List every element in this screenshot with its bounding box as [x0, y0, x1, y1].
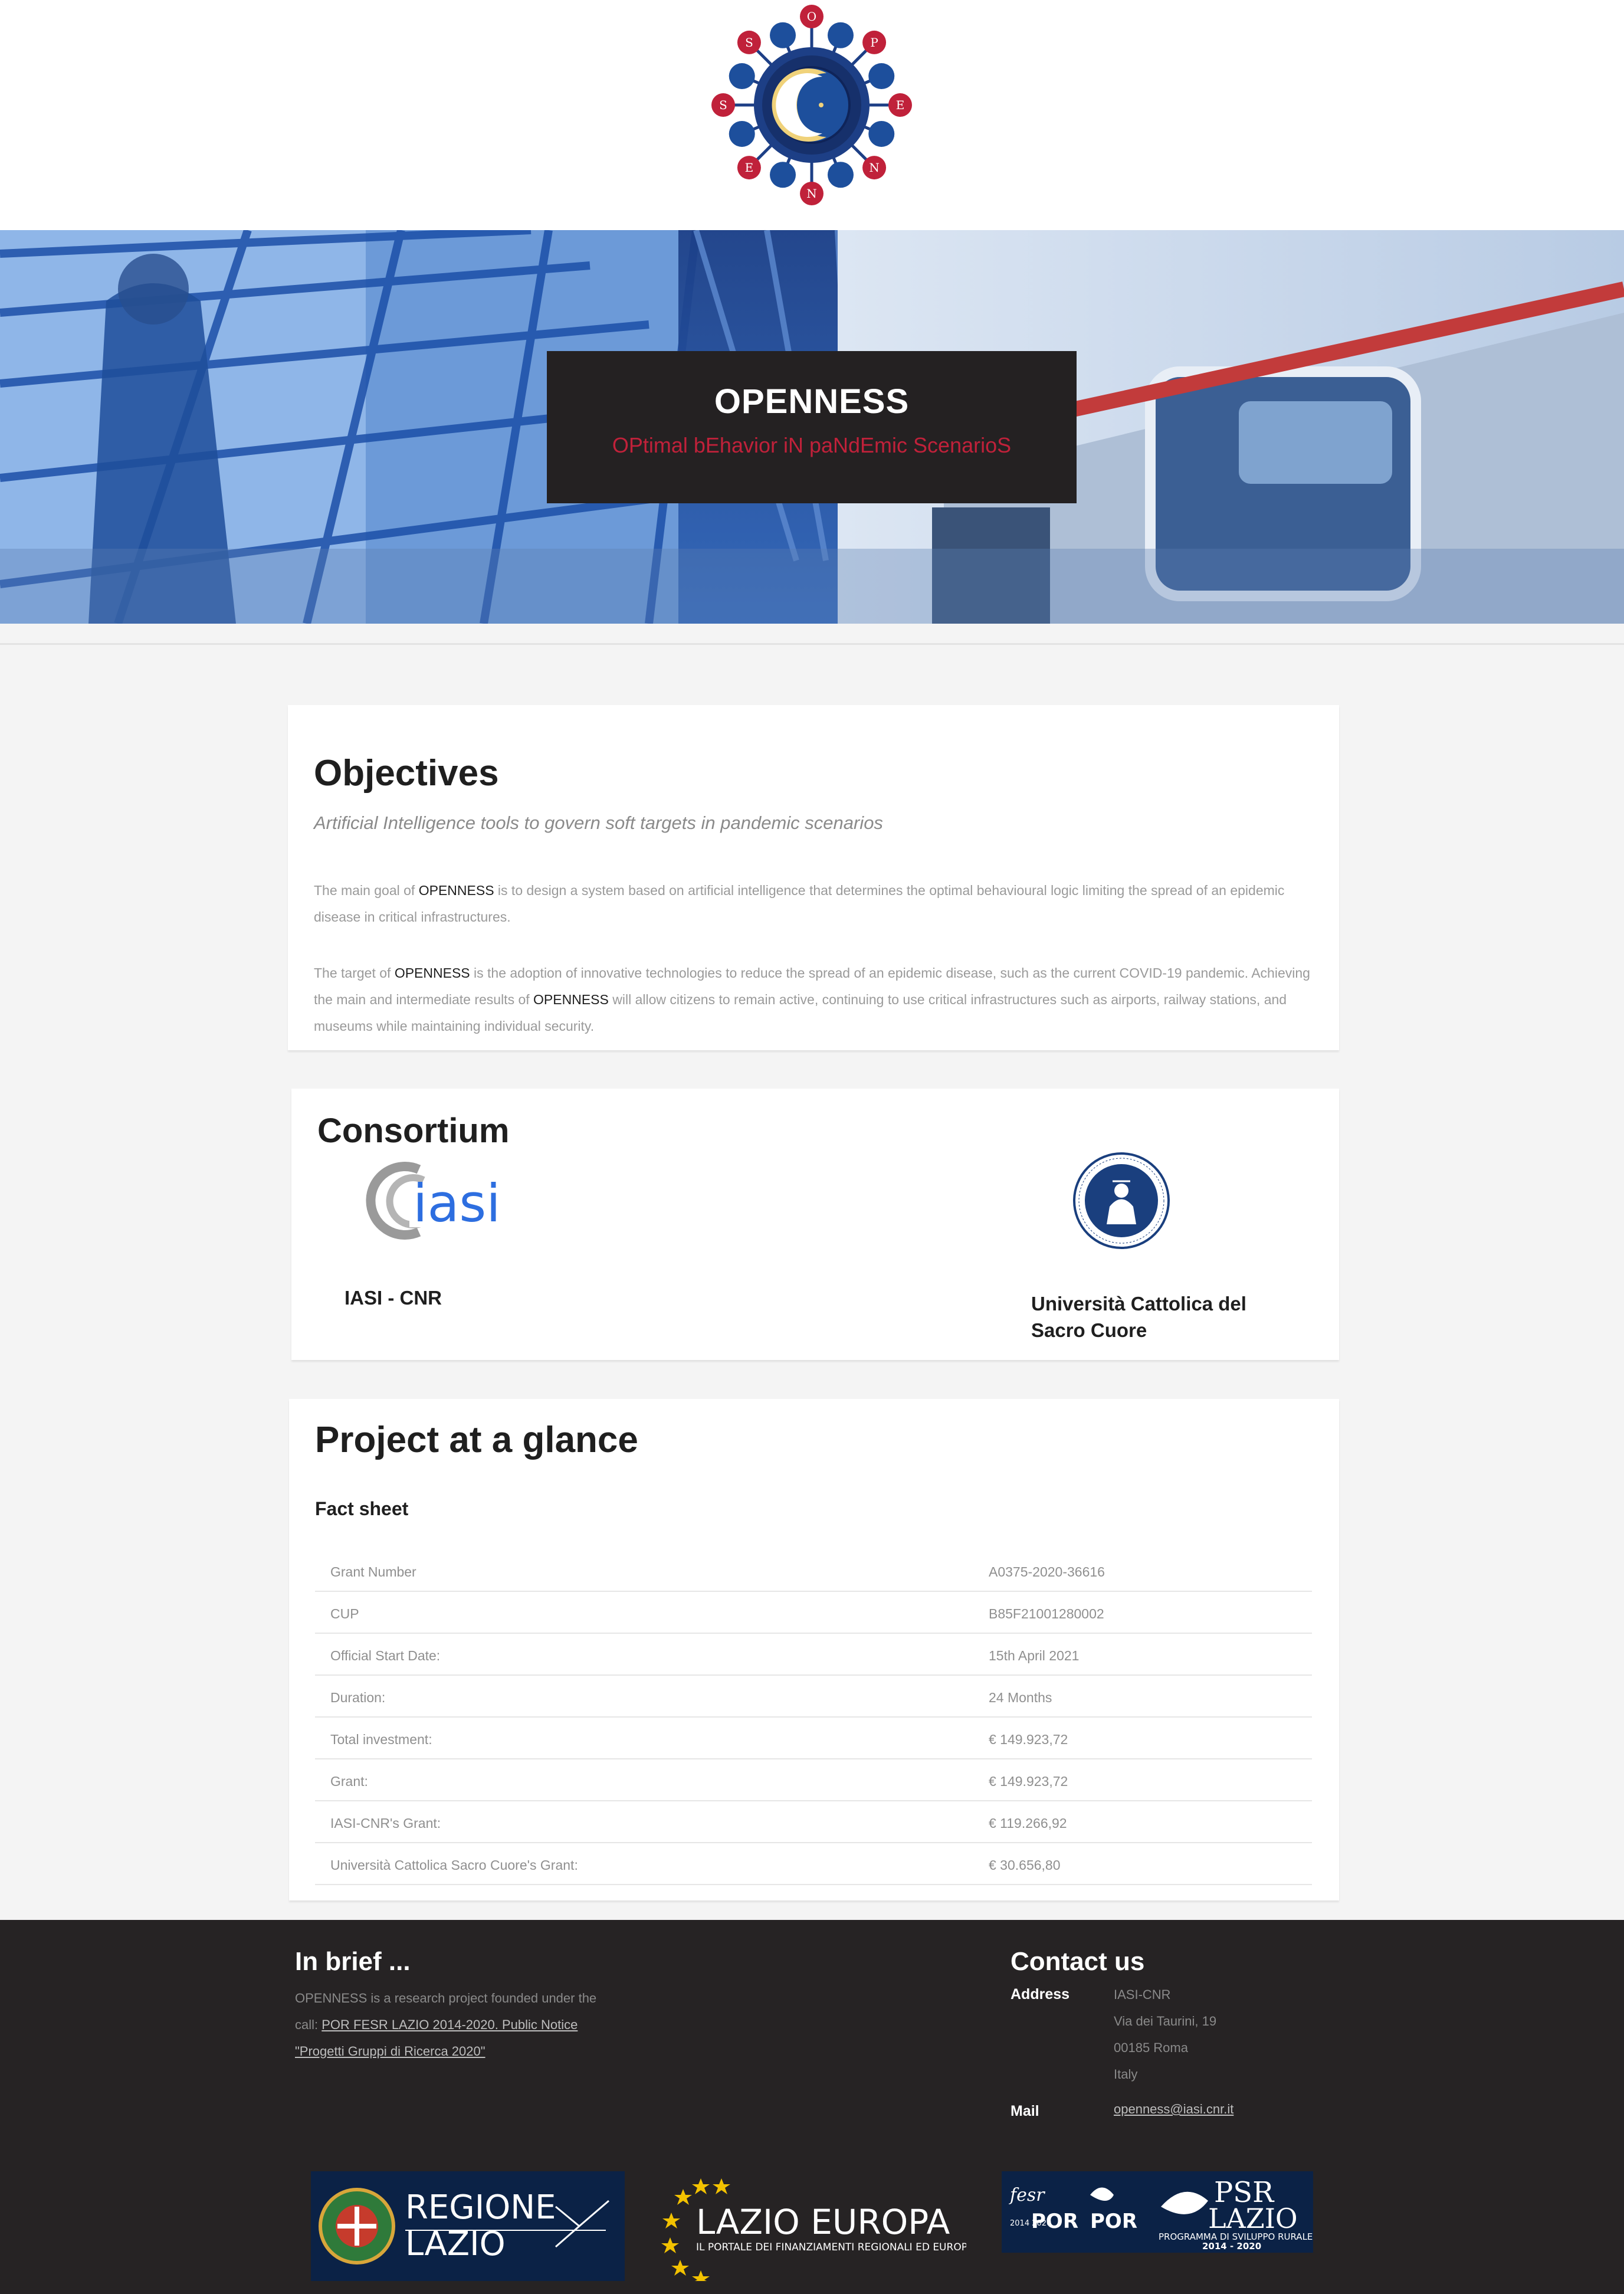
logo-knob [770, 162, 796, 188]
table-row: CUP B85F21001280002 [315, 1592, 1312, 1634]
project-title: Project at a glance [315, 1420, 638, 1460]
fact-label: Official Start Date: [330, 1648, 441, 1663]
table-row: IASI-CNR's Grant: € 119.266,92 [315, 1801, 1312, 1843]
consortium-title: Consortium [317, 1112, 510, 1150]
logo-knob [827, 162, 854, 188]
text: The target of [314, 965, 395, 981]
fact-value: B85F21001280002 [989, 1606, 1104, 1621]
address-line: Italy [1114, 2067, 1138, 2082]
fact-label: Università Cattolica Sacro Cuore's Grant… [330, 1857, 578, 1873]
fact-value: € 149.923,72 [989, 1732, 1068, 1747]
ucsc-logo[interactable] [1071, 1151, 1172, 1251]
site-title: OPENNESS [714, 382, 910, 421]
fact-value: 15th April 2021 [989, 1648, 1080, 1663]
iasi-cnr-logo[interactable]: iasi [348, 1156, 525, 1245]
fact-label: Duration: [330, 1690, 386, 1705]
eu-stars-icon: LAZIO EUROPA IL PORTALE DEI FINANZIAMENT… [661, 2178, 977, 2281]
hero-title-box: OPENNESS OPtimal bEhavior iN paNdEmic Sc… [547, 351, 1077, 503]
svg-text:LAZIO EUROPA: LAZIO EUROPA [696, 2202, 950, 2242]
logo-knob [827, 22, 854, 48]
virus-logo-icon: O P E N N E S S [711, 5, 912, 205]
project-section: Project at a glance Fact sheet Grant Num… [289, 1399, 1339, 1900]
consortium-section: Consortium iasi IASI - CNR Università Ca… [291, 1089, 1339, 1360]
university-seal-icon [1073, 1152, 1170, 1249]
regione-lazio-emblem-icon: REGIONE LAZIO [319, 2188, 609, 2264]
logo-letter: N [869, 160, 880, 175]
logo-letter: E [745, 160, 754, 175]
objectives-paragraph-2: The target of OPENNESS is the adoption o… [314, 960, 1317, 1040]
objectives-lead: Artificial Intelligence tools to govern … [314, 812, 883, 833]
objectives-paragraph-1: The main goal of OPENNESS is to design a… [314, 877, 1317, 930]
text: The main goal of [314, 883, 419, 898]
divider [0, 643, 1624, 645]
logo-knob [729, 120, 755, 147]
project-name-highlight: OPENNESS [394, 965, 470, 981]
objectives-section: Objectives Artificial Intelligence tools… [288, 705, 1339, 1050]
svg-text:2014 - 2020: 2014 - 2020 [1202, 2241, 1261, 2252]
member-name-iasi: IASI - CNR [345, 1287, 442, 1309]
logo-knob [770, 22, 796, 48]
logo-knob [729, 63, 755, 90]
fact-label: Grant Number [330, 1564, 416, 1579]
fact-label: Total investment: [330, 1732, 432, 1747]
address-line: IASI-CNR [1114, 1987, 1171, 2002]
mail-label: Mail [1011, 2103, 1039, 2119]
member-name-ucsc: Università Cattolica del Sacro Cuore [1031, 1293, 1246, 1341]
fact-value: € 149.923,72 [989, 1774, 1068, 1789]
objectives-title: Objectives [314, 753, 499, 794]
fact-value: € 119.266,92 [989, 1815, 1067, 1831]
openness-logo[interactable]: O P E N N E S S [706, 2, 918, 215]
fact-label: IASI-CNR's Grant: [330, 1815, 441, 1831]
contact-title: Contact us [1011, 1947, 1145, 1976]
footer: In brief ... OPENNESS is a research proj… [0, 1920, 1624, 2294]
svg-text:REGIONE: REGIONE [405, 2188, 556, 2227]
fact-value: 24 Months [989, 1690, 1052, 1705]
iasi-logo-icon: iasi [366, 1162, 501, 1240]
table-row: Total investment: € 149.923,72 [315, 1718, 1312, 1759]
table-row: Duration: 24 Months [315, 1676, 1312, 1718]
logo-knob [868, 120, 895, 147]
svg-text:IL PORTALE DEI FINANZIAMENTI R: IL PORTALE DEI FINANZIAMENTI REGIONALI E… [696, 2241, 966, 2253]
project-name-highlight: OPENNESS [533, 992, 609, 1007]
logo-letter: O [807, 9, 816, 24]
fact-value: A0375-2020-36616 [989, 1564, 1105, 1579]
in-brief-title: In brief ... [295, 1947, 411, 1976]
fact-value: € 30.656,80 [989, 1857, 1061, 1873]
site-subtitle: OPtimal bEhavior iN paNdEmic ScenarioS [612, 433, 1012, 457]
fact-label: CUP [330, 1606, 359, 1621]
svg-text:LAZIO: LAZIO [1208, 2203, 1298, 2234]
fact-sheet-title: Fact sheet [315, 1498, 409, 1519]
project-name-highlight: OPENNESS [418, 883, 494, 898]
logo-letter: S [719, 98, 727, 112]
logo-letter: N [806, 186, 817, 201]
regione-lazio-logo[interactable]: REGIONE LAZIO [311, 2171, 625, 2281]
psr-lazio-icon: fesr 2014 2020 POR POR PSR LAZIO PROGRAM… [1009, 2176, 1313, 2252]
table-row: Official Start Date: 15th April 2021 [315, 1634, 1312, 1676]
svg-text:iasi: iasi [413, 1173, 501, 1234]
fact-sheet-table: Grant Number A0375-2020-36616 CUP B85F2100… [315, 1550, 1312, 1885]
call-link[interactable]: POR FESR LAZIO 2014-2020. Public Notice … [295, 2017, 578, 2059]
logo-knob [868, 63, 895, 90]
logo-letter: E [896, 98, 905, 112]
table-row: Grant Number A0375-2020-36616 [315, 1550, 1312, 1592]
logo-letter: S [745, 35, 753, 50]
svg-text:POR: POR [1031, 2210, 1078, 2233]
table-row: Grant: € 149.923,72 [315, 1759, 1312, 1801]
fact-label: Grant: [330, 1774, 368, 1789]
mail-link[interactable]: openness@iasi.cnr.it [1114, 2102, 1233, 2117]
in-brief-text: OPENNESS is a research project founded u… [295, 1985, 613, 2064]
address-line: 00185 Roma [1114, 2040, 1188, 2055]
address-label: Address [1011, 1986, 1070, 2003]
lazio-europa-logo[interactable]: LAZIO EUROPA IL PORTALE DEI FINANZIAMENT… [660, 2171, 977, 2281]
svg-text:POR: POR [1090, 2210, 1137, 2233]
hero-banner: OPENNESS OPtimal bEhavior iN paNdEmic Sc… [0, 230, 1624, 624]
logo-letter: P [870, 35, 878, 50]
psr-por-logos[interactable]: fesr 2014 2020 POR POR PSR LAZIO PROGRAM… [1002, 2171, 1313, 2253]
address-line: Via dei Taurini, 19 [1114, 2014, 1217, 2028]
header-bar: O P E N N E S S [0, 0, 1624, 230]
svg-text:fesr: fesr [1009, 2185, 1045, 2205]
table-row: Università Cattolica Sacro Cuore's Grant… [315, 1843, 1312, 1885]
